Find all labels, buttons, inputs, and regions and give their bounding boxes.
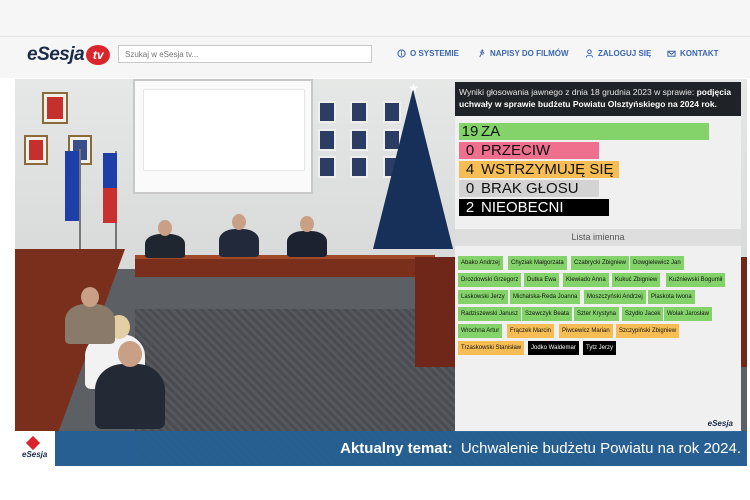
result-count: 4 — [465, 161, 475, 178]
user-icon — [585, 49, 594, 58]
result-row-przeciw: 0 PRZECIW — [459, 142, 599, 159]
result-label: ZA — [481, 123, 501, 140]
list-item: Klewiado Anna — [563, 273, 609, 287]
projection-screen — [133, 79, 313, 194]
panel-logo: eSesja — [707, 419, 733, 428]
flag — [103, 153, 117, 223]
site-logo[interactable]: eSesja tv — [27, 43, 111, 67]
nav-contact-label: KONTAKT — [680, 49, 719, 58]
result-label: NIEOBECNI — [481, 199, 564, 216]
list-item: Wolak Jarosław — [664, 307, 712, 321]
list-item: Szewczyk Beata — [522, 307, 573, 321]
nav-login-label: ZALOGUJ SIĘ — [598, 49, 652, 58]
nav-about[interactable]: O SYSTEMIE — [397, 49, 459, 58]
search-input[interactable] — [118, 45, 372, 63]
list-item: Dowgielewicz Jan — [630, 256, 684, 270]
emblem-frame — [24, 135, 48, 165]
result-label: PRZECIW — [481, 142, 551, 159]
result-count: 0 — [465, 142, 475, 159]
councilor — [95, 364, 165, 429]
result-label: BRAK GŁOSU — [481, 180, 579, 197]
logo-text: eSesja — [27, 44, 85, 65]
result-row-brak: 0 BRAK GŁOSU — [459, 180, 599, 197]
top-divider — [0, 36, 750, 37]
result-count: 2 — [465, 199, 475, 216]
envelope-icon — [667, 50, 676, 57]
info-icon — [397, 49, 406, 58]
crest — [350, 129, 368, 151]
list-item: Abako Andrzej — [458, 256, 503, 270]
flag-pole — [79, 149, 81, 259]
list-item: Michalska-Reda Joanna — [510, 290, 581, 304]
logo-tv-badge: tv — [86, 45, 111, 65]
councilor-head — [158, 220, 172, 236]
list-item: Trzaskowski Stanisław — [458, 341, 525, 355]
crest — [350, 156, 368, 178]
councilor-head — [232, 214, 246, 230]
nav-subtitles-label: NAPISY DO FILMÓW — [490, 49, 569, 58]
vote-header: Wyniki głosowania jawnego z dnia 18 grud… — [455, 82, 741, 116]
councilor-head — [81, 287, 99, 307]
councilor-head — [118, 341, 142, 367]
crest — [318, 129, 336, 151]
desk — [135, 257, 435, 277]
list-item: Chyziak Małgorzata — [508, 256, 567, 270]
result-row-za: 19 ZA — [459, 123, 709, 140]
nav-subtitles[interactable]: NAPISY DO FILMÓW — [477, 49, 569, 58]
emblem-frame — [42, 92, 68, 124]
top-bar — [0, 0, 750, 78]
councilor-head — [300, 216, 314, 232]
name-list-header: Lista imienna — [455, 229, 741, 246]
list-item: Szczypiński Zbigniew — [616, 324, 680, 338]
running-icon — [479, 49, 485, 58]
list-item: Szter Krystyna — [574, 307, 620, 321]
councilor — [219, 229, 259, 257]
esesja-logo-icon — [25, 435, 41, 451]
list-item: Dutka Ewa — [524, 273, 560, 287]
flag — [65, 151, 79, 221]
list-item: Radziszewski Janusz — [458, 307, 522, 321]
councilor — [65, 304, 115, 344]
nav-about-label: O SYSTEMIE — [410, 49, 459, 58]
ticker-logo: eSesja — [15, 431, 55, 466]
video-player[interactable]: ★ Wyniki głosowania jawnego z dnia 18 gr… — [15, 79, 747, 466]
result-row-wstrzymuje: 4 WSTRZYMUJĘ SIĘ — [459, 161, 619, 178]
ticker-logo-text: eSesja — [22, 450, 48, 459]
councilor — [145, 234, 185, 258]
list-item: Kuźniewski Bogumił — [666, 273, 726, 287]
list-item: Kukuć Zbigniew — [612, 273, 661, 287]
topic-ticker: eSesja Aktualny temat: Uchwalenie budżet… — [15, 431, 747, 466]
list-item: Drozdowski Grzegorz — [458, 273, 522, 287]
result-count: 0 — [465, 180, 475, 197]
result-count: 19 — [461, 123, 479, 140]
list-item: Plaskota Iwona — [648, 290, 695, 304]
crest — [350, 101, 368, 123]
councilor — [287, 231, 327, 257]
vote-header-prefix: Wyniki głosowania jawnego z dnia 18 grud… — [459, 87, 695, 97]
list-item: Jodko Waldemar — [528, 341, 579, 355]
list-item: Moszczyński Andrzej — [584, 290, 646, 304]
list-item: Wrochna Artur — [458, 324, 503, 338]
list-item: Piwcewicz Marian — [559, 324, 613, 338]
list-item: Szydło Jacek — [622, 307, 664, 321]
christmas-tree — [373, 89, 453, 249]
crest — [318, 156, 336, 178]
nav-contact[interactable]: KONTAKT — [667, 49, 719, 58]
tree-star-icon: ★ — [408, 81, 419, 95]
name-list: Abako Andrzej Chyziak Małgorzata Czabryc… — [458, 256, 740, 356]
list-item: Laskowski Jerzy — [458, 290, 508, 304]
list-item: Tytz Jerzy — [583, 341, 617, 355]
current-topic-value: Uchwalenie budżetu Powiatu na rok 2024. — [460, 440, 741, 457]
list-item: Czabrycki Zbigniew — [571, 256, 630, 270]
list-item: Frączek Marcin — [507, 324, 555, 338]
current-topic: Aktualny temat: Uchwalenie budżetu Powia… — [340, 440, 741, 457]
result-row-nieobecni: 2 NIEOBECNI — [459, 199, 609, 216]
crest — [318, 101, 336, 123]
current-topic-label: Aktualny temat: — [340, 440, 453, 457]
nav-login[interactable]: ZALOGUJ SIĘ — [585, 49, 651, 58]
vote-results-panel: Wyniki głosowania jawnego z dnia 18 grud… — [455, 82, 741, 432]
result-label: WSTRZYMUJĘ SIĘ — [481, 161, 614, 178]
